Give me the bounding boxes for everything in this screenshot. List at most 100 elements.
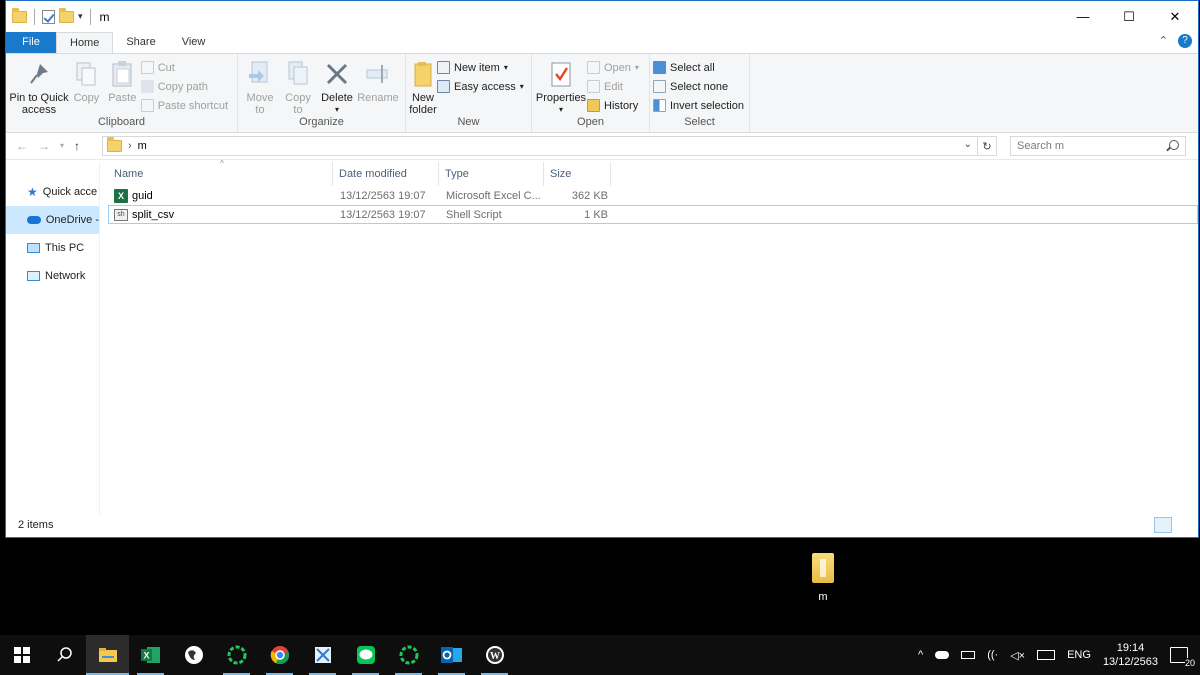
nav-item-quick-access[interactable]: ★ Quick acce xyxy=(6,178,99,206)
properties-icon[interactable] xyxy=(42,9,55,24)
breadcrumb-separator-icon[interactable]: › xyxy=(128,140,132,152)
search-input[interactable]: Search m xyxy=(1010,136,1186,156)
search-button[interactable] xyxy=(43,635,86,675)
up-arrow-icon[interactable]: ↑ xyxy=(74,139,80,153)
large-icons-view-icon[interactable] xyxy=(1176,517,1194,533)
system-tray: ^ ((· ◁× ENG 19:14 13/12/2563 20 xyxy=(918,635,1200,675)
taskbar-app-green-ring-2[interactable] xyxy=(387,635,430,675)
file-date: 13/12/2563 19:07 xyxy=(340,189,426,202)
onedrive-cloud-icon[interactable] xyxy=(935,651,950,659)
delete-x-icon xyxy=(323,59,351,89)
column-header-size[interactable]: Size xyxy=(544,162,611,186)
taskbar-line[interactable] xyxy=(344,635,387,675)
wifi-icon[interactable]: ((· xyxy=(987,649,998,661)
taskbar-wordpress[interactable]: W xyxy=(473,635,516,675)
forward-arrow-icon[interactable]: → xyxy=(38,139,50,153)
clipboard-group-label: Clipboard xyxy=(97,116,146,128)
history-button[interactable]: History xyxy=(587,97,645,114)
language-indicator[interactable]: ENG xyxy=(1067,649,1091,661)
collapse-ribbon-icon[interactable]: ⌃ xyxy=(1159,34,1168,48)
clipboard-group: Pin to Quick access Copy Paste Cut Copy … xyxy=(6,54,238,132)
invert-selection-icon xyxy=(653,99,666,112)
table-row[interactable]: Xguid 13/12/2563 19:07 Microsoft Excel C… xyxy=(108,186,1198,205)
paste-shortcut-button[interactable]: Paste shortcut xyxy=(140,97,234,114)
taskbar-app-green-ring[interactable] xyxy=(215,635,258,675)
tab-home[interactable]: Home xyxy=(56,32,114,53)
notification-center-icon[interactable]: 20 xyxy=(1170,647,1195,668)
cut-button[interactable]: Cut xyxy=(140,59,234,76)
address-bar[interactable]: › m ⌄ ↻ xyxy=(102,136,997,156)
invert-selection-button[interactable]: Invert selection xyxy=(653,97,750,114)
pin-to-quick-access-button[interactable]: Pin to Quick access xyxy=(9,57,69,116)
refresh-icon[interactable]: ↻ xyxy=(977,137,996,155)
move-to-button[interactable]: Move to xyxy=(241,57,279,116)
sort-arrow-icon: ^ xyxy=(220,159,224,168)
nav-item-onedrive[interactable]: OneDrive - xyxy=(6,206,99,234)
clock[interactable]: 19:14 13/12/2563 xyxy=(1103,641,1158,669)
new-folder-button[interactable]: New folder xyxy=(409,57,437,116)
tab-view[interactable]: View xyxy=(169,32,219,53)
select-small-buttons: Select all Select none Invert selection xyxy=(653,57,750,116)
star-icon: ★ xyxy=(27,185,38,199)
new-folder-icon[interactable] xyxy=(59,7,74,23)
table-row[interactable]: sh split_csv 13/12/2563 19:07 Shell Scrip… xyxy=(108,205,1198,224)
easy-access-button[interactable]: Easy access ▾ xyxy=(437,78,530,95)
desktop-icon-label: m xyxy=(818,591,828,603)
new-group-label: New xyxy=(457,116,480,128)
volume-muted-icon[interactable]: ◁× xyxy=(1010,649,1025,662)
recent-dropdown-icon[interactable]: ▾ xyxy=(60,139,64,153)
taskbar: X W ^ ((· ◁× ENG 19:14 13/12/2563 20 xyxy=(0,635,1200,675)
copy-button[interactable]: Copy xyxy=(69,57,104,116)
delete-button[interactable]: Delete ▾ xyxy=(317,57,357,116)
copy-to-label-line1: Copy xyxy=(285,92,311,104)
properties-button[interactable]: Properties ▾ xyxy=(535,57,587,116)
taskbar-chrome[interactable] xyxy=(258,635,301,675)
keyboard-icon[interactable] xyxy=(1037,650,1056,660)
file-size: 1 KB xyxy=(584,208,608,221)
select-group-label: Select xyxy=(684,116,715,128)
edit-button[interactable]: Edit xyxy=(587,78,645,95)
properties-dropdown-icon: ▾ xyxy=(558,105,563,114)
paste-button[interactable]: Paste xyxy=(104,57,141,116)
select-all-button[interactable]: Select all xyxy=(653,59,750,76)
paste-label: Paste xyxy=(108,92,137,104)
copy-to-button[interactable]: Copy to xyxy=(279,57,317,116)
nav-item-this-pc[interactable]: This PC xyxy=(6,234,99,262)
rename-button[interactable]: Rename xyxy=(357,57,399,116)
close-button[interactable]: ✕ xyxy=(1152,1,1198,32)
tab-share[interactable]: Share xyxy=(113,32,168,53)
help-icon[interactable]: ? xyxy=(1178,34,1192,48)
taskbar-app-snipping[interactable] xyxy=(301,635,344,675)
wordpress-icon: W xyxy=(485,646,504,664)
breadcrumb-path[interactable]: m xyxy=(138,140,147,152)
desktop-folder-shortcut[interactable]: m xyxy=(800,553,846,603)
details-view-icon[interactable] xyxy=(1154,517,1172,533)
new-item-button[interactable]: New item ▾ xyxy=(437,59,530,76)
taskbar-file-explorer[interactable] xyxy=(86,635,129,675)
cloud-icon xyxy=(27,216,41,224)
taskbar-excel[interactable]: X xyxy=(129,635,172,675)
new-item-icon xyxy=(437,61,450,74)
start-button[interactable] xyxy=(0,635,43,675)
taskbar-outlook[interactable] xyxy=(430,635,473,675)
battery-icon[interactable] xyxy=(961,651,976,659)
excel-icon: X xyxy=(140,647,160,663)
column-header-type[interactable]: Type xyxy=(439,162,544,186)
address-dropdown-icon[interactable]: ⌄ xyxy=(964,139,972,150)
edit-label: Edit xyxy=(604,80,623,93)
nav-item-network[interactable]: Network xyxy=(6,262,99,290)
back-arrow-icon[interactable]: ← xyxy=(16,139,28,153)
chevron-up-icon[interactable]: ^ xyxy=(918,649,923,661)
navigation-bar: ← → ▾ ↑ › m ⌄ ↻ Search m xyxy=(6,133,1198,160)
qat-dropdown-icon[interactable]: ▾ xyxy=(78,11,83,22)
copy-path-button[interactable]: Copy path xyxy=(140,78,234,95)
select-none-button[interactable]: Select none xyxy=(653,78,750,95)
tab-file[interactable]: File xyxy=(6,32,56,53)
minimize-button[interactable]: — xyxy=(1060,1,1106,32)
maximize-button[interactable]: ☐ xyxy=(1106,1,1152,32)
search-icon[interactable] xyxy=(1169,140,1179,150)
open-button[interactable]: Open ▾ xyxy=(587,59,645,76)
status-bar: 2 items xyxy=(6,513,1198,537)
column-header-date[interactable]: Date modified xyxy=(333,162,439,186)
taskbar-app-globe[interactable] xyxy=(172,635,215,675)
